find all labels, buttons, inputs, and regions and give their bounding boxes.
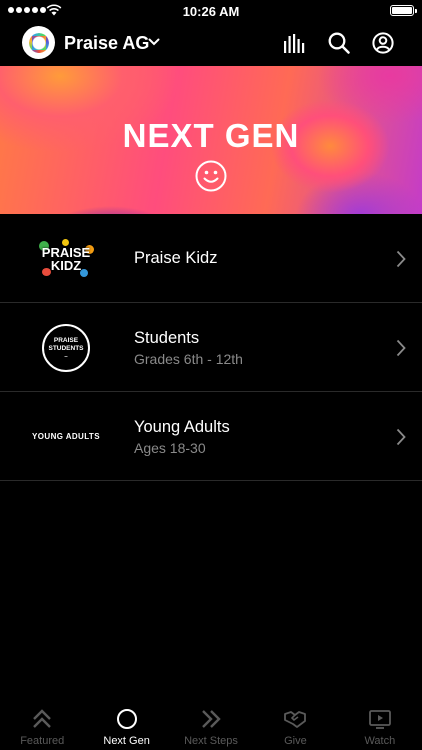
play-screen-icon [368,710,391,729]
praise-kidz-logo-line1: PRAISE [41,244,91,260]
list-item-subtitle: Grades 6th - 12th [134,350,243,367]
list-item-praise-kidz[interactable]: PRAISE KIDZ Praise Kidz [0,214,422,303]
tab-next-steps[interactable]: Next Steps [169,700,253,750]
list-item-students[interactable]: PRAISE STUDENTS ▬ Students Grades 6th - … [0,303,422,392]
app-header: Praise AG [0,22,422,66]
circle-icon [116,709,137,729]
banner-title: NEXT GEN [122,117,300,154]
chevrons-up-icon [33,709,52,728]
chevron-down-icon[interactable] [148,37,160,47]
chevron-right-icon [396,250,406,268]
status-time: 10:26 AM [182,4,240,19]
tab-label: Next Steps [184,735,238,747]
next-gen-banner: NEXT GEN [0,66,422,214]
tab-label: Featured [20,735,65,747]
list-item-title: Students [134,328,200,347]
praise-students-logo: PRAISE STUDENTS ▬ [30,303,102,392]
ministry-list: PRAISE KIDZ Praise Kidz PRAISE STUDENTS … [0,214,422,481]
smiley-icon [195,160,227,192]
chevron-right-icon [396,339,406,357]
list-item-title: Young Adults [134,417,230,436]
list-item-young-adults[interactable]: YOUNG ADULTS Young Adults Ages 18-30 [0,392,422,481]
profile-icon [372,32,394,54]
search-icon [328,32,350,54]
status-bar: 10:26 AM [0,0,422,22]
chevrons-right-icon [202,710,221,728]
students-logo-line2: STUDENTS [48,344,84,352]
tab-give[interactable]: Give [253,700,337,750]
praise-kidz-logo: PRAISE KIDZ [30,214,102,303]
praise-kidz-logo-line2: KIDZ [50,257,82,273]
tab-watch[interactable]: Watch [338,700,422,750]
list-item-subtitle: Ages 18-30 [134,439,206,456]
handshake-icon [284,711,307,728]
battery-icon [390,5,417,16]
org-name[interactable]: Praise AG [64,33,149,54]
org-logo[interactable] [22,26,55,59]
audio-button[interactable] [282,31,306,55]
young-adults-logo: YOUNG ADULTS [30,392,102,481]
search-button[interactable] [327,31,351,55]
tab-bar: Featured Next Gen Next Steps Give Watch [0,700,422,750]
list-item-title: Praise Kidz [134,249,218,267]
chevron-right-icon [396,428,406,446]
tab-label: Next Gen [103,735,150,747]
young-adults-logo-text: YOUNG ADULTS [32,432,100,441]
students-logo-line1: PRAISE [53,336,79,344]
tab-featured[interactable]: Featured [0,700,84,750]
tab-label: Watch [364,735,396,747]
tab-next-gen[interactable]: Next Gen [84,700,168,750]
profile-button[interactable] [371,31,395,55]
tab-label: Give [284,735,307,747]
audio-bars-icon [284,34,305,53]
